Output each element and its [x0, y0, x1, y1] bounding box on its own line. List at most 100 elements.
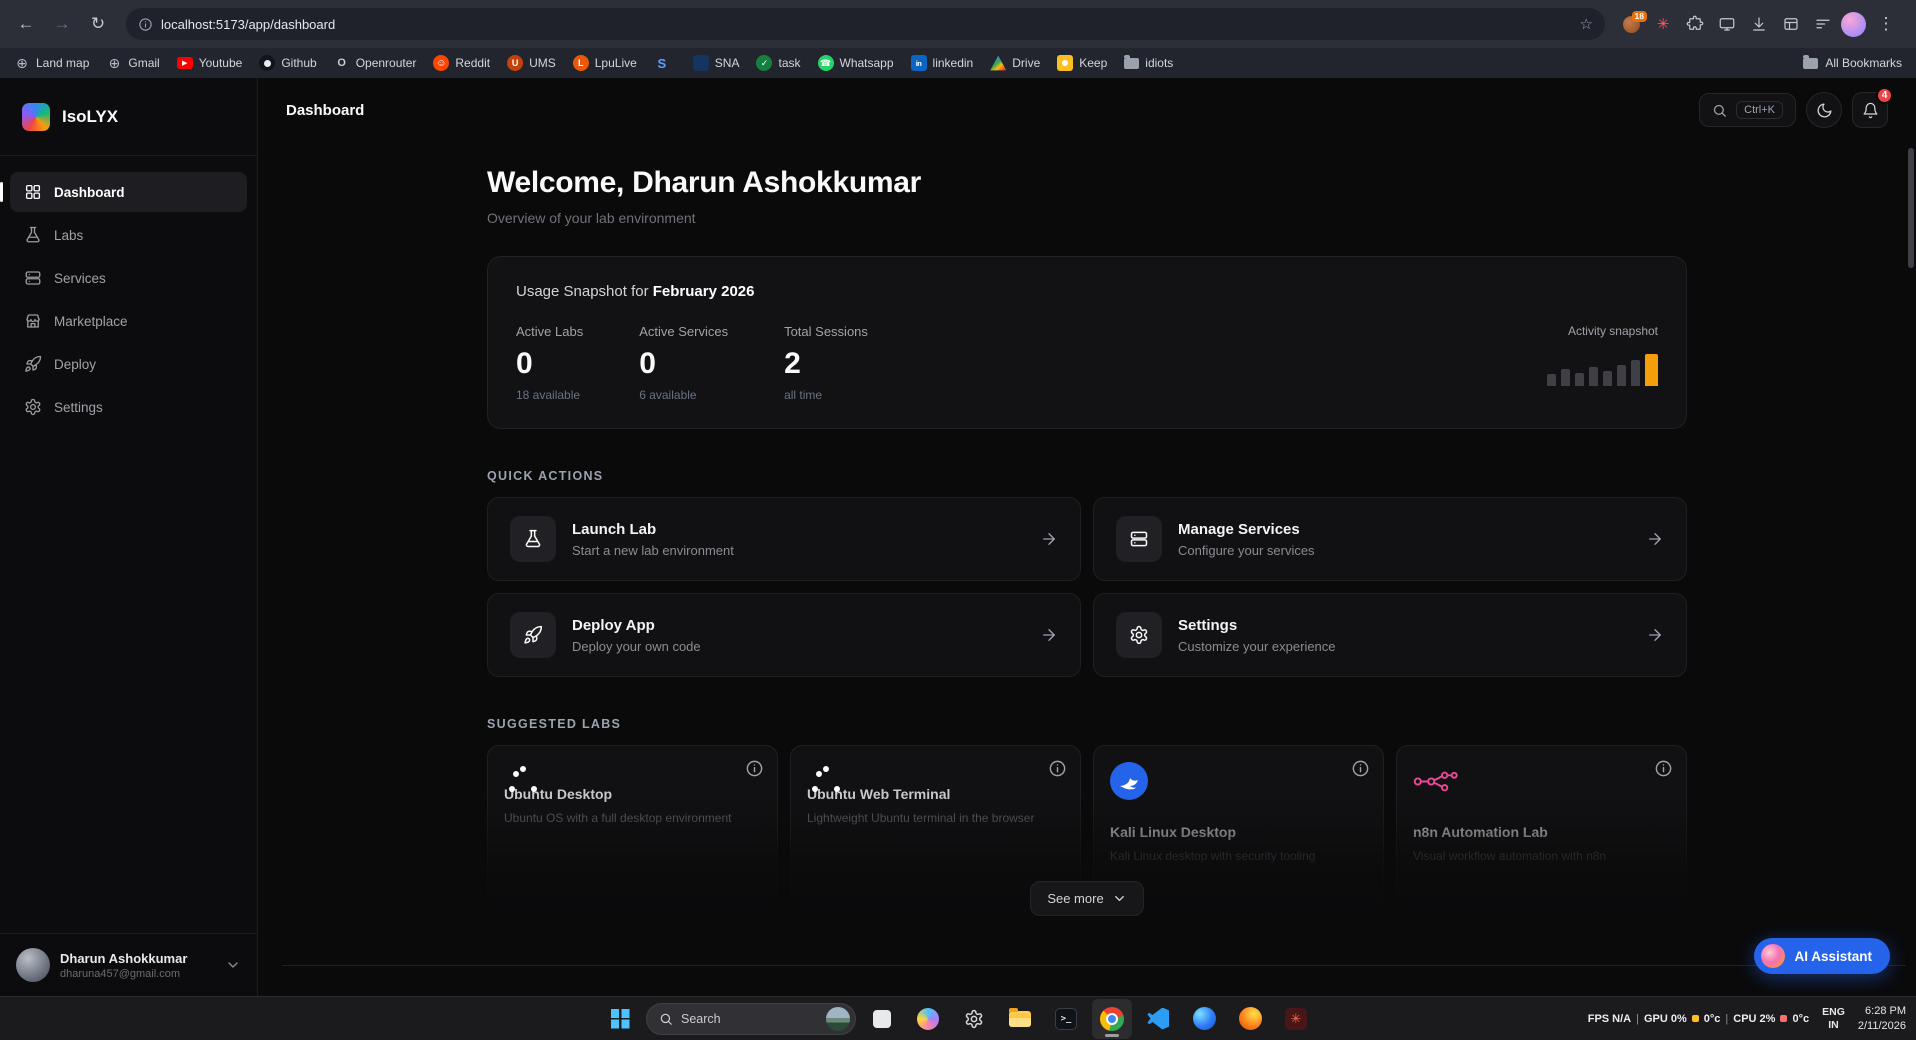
- sidebar-item-dashboard[interactable]: Dashboard: [10, 172, 247, 212]
- bookmark-sna[interactable]: SNA: [693, 55, 740, 71]
- device-monitor-icon[interactable]: [1713, 10, 1741, 38]
- info-icon[interactable]: [1351, 759, 1370, 778]
- sidebar-item-marketplace[interactable]: Marketplace: [10, 301, 247, 341]
- user-menu[interactable]: Dharun Ashokkumar dharuna457@gmail.com: [0, 933, 257, 996]
- bookmark-s[interactable]: S: [654, 55, 676, 71]
- bookmark-openrouter[interactable]: OOpenrouter: [334, 55, 417, 71]
- sidebar-item-labs[interactable]: Labs: [10, 215, 247, 255]
- globe-favicon: ⊕: [14, 55, 30, 71]
- bookmark-lpulive[interactable]: LLpuLive: [573, 55, 637, 71]
- taskbar-search-input[interactable]: [681, 1012, 818, 1026]
- keep-favicon: [1057, 55, 1073, 71]
- chrome-icon: [1100, 1007, 1124, 1031]
- chrome-button[interactable]: [1092, 999, 1132, 1039]
- notifications-button[interactable]: 4: [1852, 92, 1888, 128]
- store-icon: [24, 312, 42, 330]
- all-bookmarks-button[interactable]: All Bookmarks: [1803, 56, 1902, 70]
- arrow-right-icon: [1646, 626, 1664, 644]
- starburst-app-icon: ✳: [1285, 1008, 1307, 1030]
- reading-list-button[interactable]: [1809, 10, 1837, 38]
- bookmark-keep[interactable]: Keep: [1057, 55, 1107, 71]
- quick-action-launch-lab[interactable]: Launch Lab Start a new lab environment: [487, 497, 1081, 581]
- windows-taskbar: >_ ✳ FPS N/A | GPU 0% 0°c | CPU 2% 0°c E…: [0, 996, 1916, 1040]
- bookmark-youtube[interactable]: ▶Youtube: [177, 56, 243, 70]
- firefox-button[interactable]: [1230, 999, 1270, 1039]
- usage-snapshot-card: Usage Snapshot for February 2026 Active …: [487, 256, 1687, 429]
- start-button[interactable]: [600, 999, 640, 1039]
- forward-button[interactable]: →: [46, 8, 78, 40]
- sidebar-item-settings[interactable]: Settings: [10, 387, 247, 427]
- bell-icon: [1862, 102, 1879, 119]
- extension-flower-icon[interactable]: ✳: [1649, 10, 1677, 38]
- brand-cube-icon: [22, 103, 50, 131]
- ums-favicon: U: [507, 55, 523, 71]
- vscode-button[interactable]: [1138, 999, 1178, 1039]
- bookmark-gmail[interactable]: ⊕Gmail: [106, 55, 159, 71]
- site-info-icon[interactable]: [138, 17, 153, 32]
- brand-name: IsoLYX: [62, 107, 118, 127]
- terminal-button[interactable]: >_: [1046, 999, 1086, 1039]
- quick-action-settings[interactable]: Settings Customize your experience: [1093, 593, 1687, 677]
- search-button[interactable]: Ctrl+K: [1699, 93, 1796, 127]
- bookmark-task[interactable]: ✓task: [756, 55, 800, 71]
- taskbar-clock[interactable]: 6:28 PM 2/11/2026: [1858, 1004, 1906, 1033]
- quick-action-manage-services[interactable]: Manage Services Configure your services: [1093, 497, 1687, 581]
- info-icon[interactable]: [1654, 759, 1673, 778]
- folder-icon: [1803, 58, 1818, 69]
- reload-button[interactable]: ↻: [82, 8, 114, 40]
- sidebar-item-deploy[interactable]: Deploy: [10, 344, 247, 384]
- taskview-icon: [873, 1010, 891, 1028]
- forward-icon: →: [54, 14, 71, 34]
- bookmark-github[interactable]: Github: [259, 55, 316, 71]
- app-tile-button[interactable]: ✳: [1276, 999, 1316, 1039]
- taskbar-search[interactable]: [646, 1003, 856, 1035]
- stat-active-services: Active Services 0 6 available: [639, 324, 728, 402]
- chevron-down-icon: [225, 957, 241, 973]
- search-icon: [1712, 103, 1727, 118]
- user-name: Dharun Ashokkumar: [60, 951, 187, 966]
- settings-button[interactable]: [954, 999, 994, 1039]
- extensions-puzzle-icon[interactable]: [1681, 10, 1709, 38]
- quick-actions-heading: QUICK ACTIONS: [487, 469, 1687, 483]
- search-icon: [659, 1012, 673, 1026]
- folder-icon: [1124, 58, 1139, 69]
- bookmark-linkedin[interactable]: inlinkedin: [911, 55, 974, 71]
- sidebar-item-services[interactable]: Services: [10, 258, 247, 298]
- downloads-button[interactable]: [1745, 10, 1773, 38]
- search-shortcut: Ctrl+K: [1736, 101, 1783, 119]
- s-favicon: S: [654, 55, 670, 71]
- theme-toggle-button[interactable]: [1806, 92, 1842, 128]
- info-icon[interactable]: [745, 759, 764, 778]
- taskview-button[interactable]: [862, 999, 902, 1039]
- browser-profile-avatar[interactable]: [1841, 12, 1866, 37]
- bookmark-land-map[interactable]: ⊕Land map: [14, 55, 89, 71]
- sidebar: IsoLYX Dashboard Labs Services Marketpl: [0, 78, 258, 996]
- bookmark-star-icon[interactable]: ☆: [1580, 15, 1593, 33]
- app-logo[interactable]: IsoLYX: [0, 78, 257, 156]
- bookmark-whatsapp[interactable]: ☎Whatsapp: [818, 55, 894, 71]
- extension-shield-icon[interactable]: 18: [1617, 10, 1645, 38]
- ai-assistant-button[interactable]: AI Assistant: [1754, 938, 1890, 974]
- search-highlight-image: [826, 1007, 850, 1031]
- file-explorer-button[interactable]: [1000, 999, 1040, 1039]
- edge-button[interactable]: [1184, 999, 1224, 1039]
- stat-active-labs: Active Labs 0 18 available: [516, 324, 583, 402]
- bookmark-ums[interactable]: UUMS: [507, 55, 556, 71]
- window-grid-button[interactable]: [1777, 10, 1805, 38]
- bookmark-idiots-folder[interactable]: idiots: [1124, 56, 1173, 70]
- copilot-button[interactable]: [908, 999, 948, 1039]
- see-more-button[interactable]: See more: [1030, 881, 1143, 916]
- address-bar[interactable]: localhost:5173/app/dashboard ☆: [126, 8, 1605, 40]
- bookmark-reddit[interactable]: ☺Reddit: [433, 55, 490, 71]
- language-switcher[interactable]: ENG IN: [1822, 1006, 1845, 1031]
- info-icon[interactable]: [1048, 759, 1067, 778]
- suggested-labs-heading: SUGGESTED LABS: [487, 717, 1687, 731]
- stat-total-sessions: Total Sessions 2 all time: [784, 324, 868, 402]
- browser-menu-button[interactable]: ⋮: [1870, 8, 1902, 40]
- copilot-icon: [917, 1008, 939, 1030]
- page-scrollbar[interactable]: [1908, 148, 1914, 268]
- reddit-favicon: ☺: [433, 55, 449, 71]
- bookmark-drive[interactable]: Drive: [990, 55, 1040, 71]
- back-button[interactable]: ←: [10, 8, 42, 40]
- quick-action-deploy-app[interactable]: Deploy App Deploy your own code: [487, 593, 1081, 677]
